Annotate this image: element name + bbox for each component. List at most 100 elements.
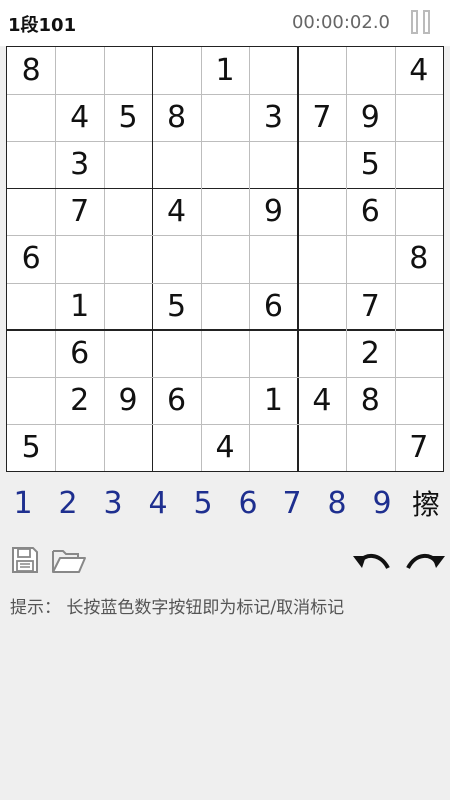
digit-button-4[interactable]: 4 bbox=[136, 478, 180, 528]
save-icon bbox=[12, 547, 38, 573]
board-cell[interactable] bbox=[201, 94, 249, 141]
undo-button[interactable] bbox=[350, 548, 392, 576]
board-cell[interactable] bbox=[104, 47, 152, 94]
board-cell[interactable] bbox=[249, 47, 297, 94]
board-cell[interactable] bbox=[104, 283, 152, 330]
board-cell[interactable] bbox=[55, 47, 103, 94]
board-cell[interactable] bbox=[201, 188, 249, 235]
board-cell[interactable] bbox=[298, 235, 346, 282]
board-cell[interactable]: 5 bbox=[346, 141, 394, 188]
board-cell[interactable]: 6 bbox=[346, 188, 394, 235]
board-cell[interactable] bbox=[346, 424, 394, 471]
board-cell[interactable] bbox=[152, 141, 200, 188]
board-cell[interactable] bbox=[249, 330, 297, 377]
board-cell[interactable] bbox=[201, 283, 249, 330]
board-cell[interactable] bbox=[346, 47, 394, 94]
board-cell[interactable] bbox=[152, 235, 200, 282]
board-cell[interactable]: 1 bbox=[201, 47, 249, 94]
board-cell[interactable] bbox=[395, 94, 443, 141]
board-cell[interactable]: 8 bbox=[7, 47, 55, 94]
board-cell[interactable]: 8 bbox=[395, 235, 443, 282]
pause-button[interactable] bbox=[410, 10, 434, 36]
erase-button[interactable]: 擦 bbox=[404, 478, 448, 528]
board-cell[interactable]: 9 bbox=[104, 377, 152, 424]
board-cell[interactable] bbox=[298, 424, 346, 471]
board-cell[interactable] bbox=[249, 424, 297, 471]
board-cell[interactable]: 1 bbox=[249, 377, 297, 424]
board-cell[interactable]: 4 bbox=[201, 424, 249, 471]
digit-button-2[interactable]: 2 bbox=[46, 478, 90, 528]
board-cell[interactable] bbox=[298, 283, 346, 330]
board-cell[interactable] bbox=[7, 141, 55, 188]
board-cell[interactable] bbox=[104, 330, 152, 377]
board-cell[interactable]: 8 bbox=[152, 94, 200, 141]
digit-button-7[interactable]: 7 bbox=[270, 478, 314, 528]
digit-button-9[interactable]: 9 bbox=[360, 478, 404, 528]
board-cell[interactable] bbox=[7, 94, 55, 141]
board-cell[interactable]: 6 bbox=[7, 235, 55, 282]
board-cell[interactable] bbox=[201, 330, 249, 377]
board-cell[interactable] bbox=[249, 235, 297, 282]
digit-button-1[interactable]: 1 bbox=[1, 478, 45, 528]
board-cell[interactable] bbox=[395, 141, 443, 188]
board-cell[interactable] bbox=[201, 141, 249, 188]
board-cell[interactable]: 4 bbox=[55, 94, 103, 141]
board-cell[interactable]: 5 bbox=[7, 424, 55, 471]
board-cell[interactable] bbox=[298, 47, 346, 94]
board-cell[interactable] bbox=[298, 141, 346, 188]
board-cell[interactable] bbox=[55, 424, 103, 471]
board-cell[interactable] bbox=[104, 424, 152, 471]
board-cell[interactable] bbox=[395, 330, 443, 377]
board-cell[interactable]: 5 bbox=[104, 94, 152, 141]
hint-text: 提示： 长按蓝色数字按钮即为标记/取消标记 bbox=[10, 598, 345, 618]
board-cell[interactable] bbox=[201, 235, 249, 282]
digit-button-6[interactable]: 6 bbox=[226, 478, 270, 528]
board-cell[interactable]: 6 bbox=[55, 330, 103, 377]
board-cell[interactable]: 9 bbox=[346, 94, 394, 141]
board-cell[interactable]: 7 bbox=[298, 94, 346, 141]
board-cell[interactable]: 2 bbox=[346, 330, 394, 377]
board-cell[interactable] bbox=[7, 188, 55, 235]
board-cell[interactable] bbox=[201, 377, 249, 424]
digit-button-3[interactable]: 3 bbox=[91, 478, 135, 528]
board-cell[interactable] bbox=[298, 330, 346, 377]
board-cell[interactable]: 7 bbox=[55, 188, 103, 235]
redo-button[interactable] bbox=[404, 548, 448, 576]
board-cell[interactable] bbox=[298, 188, 346, 235]
board-cell[interactable]: 6 bbox=[152, 377, 200, 424]
board-cell[interactable] bbox=[346, 235, 394, 282]
board-cell[interactable] bbox=[395, 377, 443, 424]
board-cell[interactable] bbox=[152, 330, 200, 377]
board-cell[interactable]: 2 bbox=[55, 377, 103, 424]
board-cell[interactable]: 7 bbox=[395, 424, 443, 471]
board-cell[interactable] bbox=[104, 188, 152, 235]
number-pad: 擦 123456789 bbox=[0, 478, 450, 530]
digit-button-5[interactable]: 5 bbox=[181, 478, 225, 528]
board-cell[interactable] bbox=[152, 424, 200, 471]
board-cell[interactable] bbox=[104, 141, 152, 188]
board-cell[interactable] bbox=[7, 377, 55, 424]
open-button[interactable] bbox=[50, 546, 88, 576]
board-cell[interactable]: 5 bbox=[152, 283, 200, 330]
save-button[interactable] bbox=[10, 545, 40, 575]
board-cell[interactable]: 3 bbox=[55, 141, 103, 188]
board-cell[interactable]: 8 bbox=[346, 377, 394, 424]
board-cell[interactable] bbox=[7, 283, 55, 330]
board-cell[interactable] bbox=[7, 330, 55, 377]
board-cell[interactable]: 1 bbox=[55, 283, 103, 330]
board-cell[interactable]: 3 bbox=[249, 94, 297, 141]
board-cell[interactable]: 7 bbox=[346, 283, 394, 330]
undo-icon bbox=[353, 554, 390, 570]
board-cell[interactable]: 6 bbox=[249, 283, 297, 330]
digit-button-8[interactable]: 8 bbox=[315, 478, 359, 528]
board-cell[interactable] bbox=[104, 235, 152, 282]
board-cell[interactable] bbox=[395, 283, 443, 330]
board-cell[interactable]: 9 bbox=[249, 188, 297, 235]
board-cell[interactable] bbox=[249, 141, 297, 188]
board-cell[interactable] bbox=[55, 235, 103, 282]
board-cell[interactable]: 4 bbox=[395, 47, 443, 94]
board-cell[interactable] bbox=[395, 188, 443, 235]
board-cell[interactable]: 4 bbox=[298, 377, 346, 424]
board-cell[interactable] bbox=[152, 47, 200, 94]
board-cell[interactable]: 4 bbox=[152, 188, 200, 235]
